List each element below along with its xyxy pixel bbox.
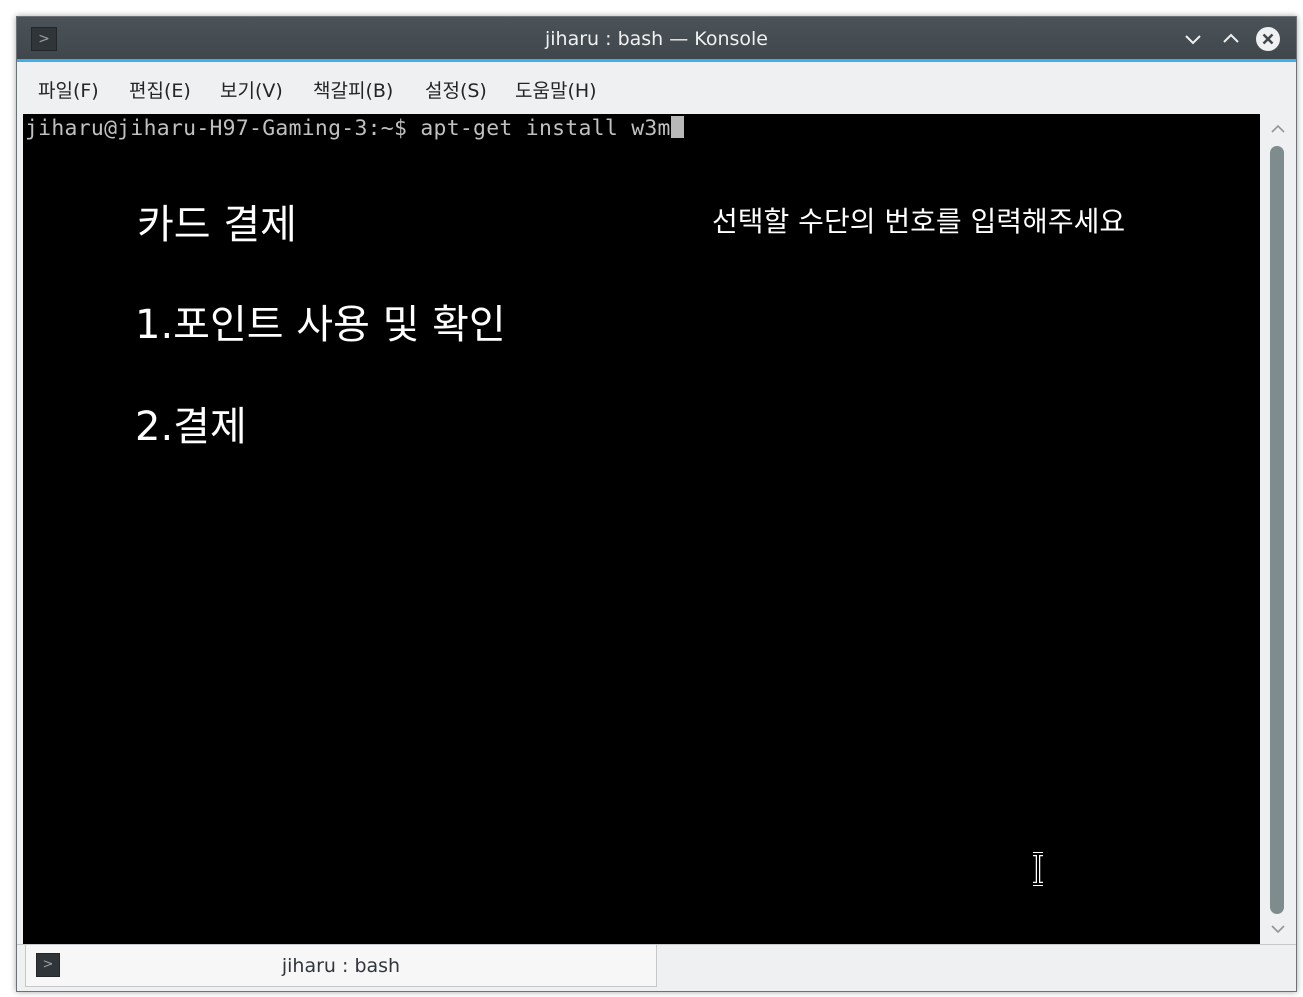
chevron-down-icon: [1185, 35, 1201, 45]
option-points: 1.포인트 사용 및 확인: [135, 302, 506, 348]
terminal-area[interactable]: jiharu@jiharu-H97-Gaming-3:~$ apt-get in…: [23, 114, 1260, 944]
tab-label: jiharu : bash: [281, 955, 401, 977]
prompt-text: jiharu@jiharu-H97-Gaming-3:~$ apt-get in…: [25, 116, 671, 141]
menu-file[interactable]: 파일(F): [38, 76, 99, 103]
terminal-prompt-line: jiharu@jiharu-H97-Gaming-3:~$ apt-get in…: [25, 116, 684, 141]
title-bar[interactable]: > jiharu : bash — Konsole: [17, 17, 1296, 62]
menu-bookmarks[interactable]: 책갈피(B): [313, 76, 393, 103]
chevron-up-icon: [1223, 33, 1239, 43]
text-cursor: [670, 116, 684, 138]
scroll-thumb[interactable]: [1270, 146, 1284, 914]
instruction-text: 선택할 수단의 번호를 입력해주세요: [712, 205, 1126, 238]
menu-bar: 파일(F) 편집(E) 보기(V) 책갈피(B) 설정(S) 도움말(H): [17, 62, 1296, 112]
maximize-button[interactable]: [1218, 26, 1244, 52]
option-payment: 2.결제: [135, 404, 247, 450]
scroll-down-icon[interactable]: [1269, 920, 1287, 938]
vertical-scrollbar[interactable]: [1261, 114, 1296, 944]
close-button[interactable]: [1255, 26, 1281, 52]
close-icon: [1256, 27, 1280, 51]
minimize-button[interactable]: [1180, 26, 1206, 52]
menu-edit[interactable]: 편집(E): [129, 76, 191, 103]
menu-view[interactable]: 보기(V): [220, 76, 283, 103]
scroll-track[interactable]: [1270, 146, 1284, 914]
konsole-window: > jiharu : bash — Konsole 파일(F) 편집(E) 보기…: [16, 16, 1297, 992]
tab-bar: > jiharu : bash: [17, 944, 1296, 991]
menu-settings[interactable]: 설정(S): [425, 76, 487, 103]
tab-jiharu-bash[interactable]: > jiharu : bash: [25, 945, 657, 987]
text-cursor-icon: [1033, 852, 1043, 886]
card-payment-title: 카드 결제: [137, 202, 297, 248]
scroll-up-icon[interactable]: [1269, 120, 1287, 138]
window-title: jiharu : bash — Konsole: [545, 28, 768, 50]
menu-help[interactable]: 도움말(H): [515, 76, 597, 103]
